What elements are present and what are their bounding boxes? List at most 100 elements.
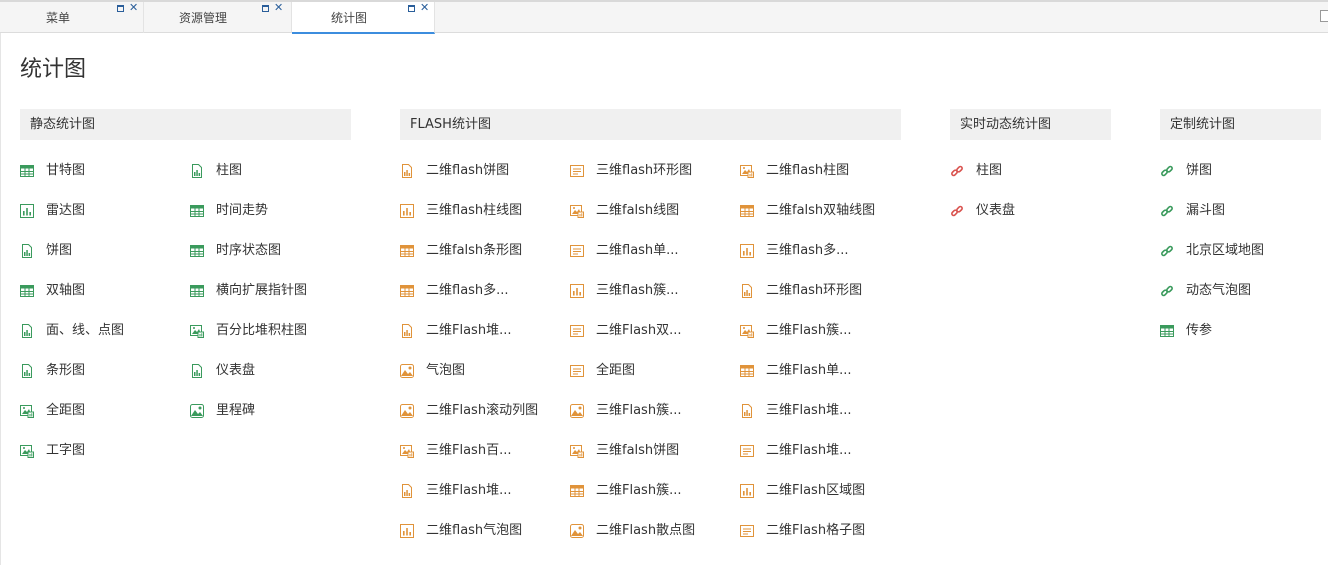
image-chart-icon <box>400 444 414 458</box>
chart-item[interactable]: 二维flash饼图 <box>400 161 570 181</box>
chart-item-label: 二维Flash单... <box>766 363 852 378</box>
chart-item[interactable]: 柱图 <box>950 161 1110 181</box>
picture-icon <box>570 524 584 538</box>
chart-item[interactable]: 漏斗图 <box>1160 201 1320 221</box>
close-icon[interactable]: ✕ <box>420 2 429 14</box>
link-icon <box>1160 164 1174 178</box>
chart-item[interactable]: 柱图 <box>190 161 360 181</box>
maximize-icon[interactable] <box>117 5 124 12</box>
document-chart-icon <box>20 324 34 338</box>
image-chart-icon <box>20 444 34 458</box>
chart-item-label: 二维falsh条形图 <box>426 243 523 258</box>
table-icon <box>190 204 204 218</box>
maximize-icon[interactable] <box>262 5 269 12</box>
chart-item-label: 双轴图 <box>46 283 86 298</box>
chart-item-label: 动态气泡图 <box>1186 283 1252 298</box>
chart-item[interactable]: 二维Flash堆... <box>740 441 910 461</box>
chart-item[interactable]: 三维falsh饼图 <box>570 441 740 461</box>
chart-item-label: 三维Flash堆... <box>426 483 512 498</box>
document-chart-icon <box>400 324 414 338</box>
chart-item[interactable]: 二维Flash单... <box>740 361 910 381</box>
chart-item[interactable]: 里程碑 <box>190 401 360 421</box>
close-icon[interactable]: ✕ <box>129 2 138 14</box>
link-icon <box>950 164 964 178</box>
chart-item-label: 三维flash簇... <box>596 283 679 298</box>
chart-item[interactable]: 饼图 <box>20 241 190 261</box>
tab-statistics-chart[interactable]: 统计图 ✕ <box>292 2 435 34</box>
tab-resource-management[interactable]: 资源管理 ✕ <box>144 2 292 33</box>
document-chart-icon <box>190 164 204 178</box>
tab-menu[interactable]: 菜单 ✕ <box>0 2 144 33</box>
chart-item[interactable]: 气泡图 <box>400 361 570 381</box>
chart-item[interactable]: 三维flash多... <box>740 241 910 261</box>
chart-item[interactable]: 甘特图 <box>20 161 190 181</box>
chart-item-label: 全距图 <box>46 403 86 418</box>
chart-item[interactable]: 二维flash多... <box>400 281 570 301</box>
chart-item[interactable]: 传参 <box>1160 321 1320 341</box>
chart-item[interactable]: 二维flash单... <box>570 241 740 261</box>
chart-item[interactable]: 雷达图 <box>20 201 190 221</box>
chart-item[interactable]: 二维falsh线图 <box>570 201 740 221</box>
document-chart-icon <box>740 284 754 298</box>
chart-item[interactable]: 工字图 <box>20 441 190 461</box>
chart-item[interactable]: 百分比堆积柱图 <box>190 321 360 341</box>
chart-item[interactable]: 三维flash簇... <box>570 281 740 301</box>
chart-item-label: 三维falsh饼图 <box>596 443 680 458</box>
chart-item[interactable]: 时序状态图 <box>190 241 360 261</box>
chart-item[interactable]: 面、线、点图 <box>20 321 190 341</box>
chart-item[interactable]: 双轴图 <box>20 281 190 301</box>
chart-item[interactable]: 二维Flash簇... <box>740 321 910 341</box>
table-icon <box>400 284 414 298</box>
chart-item[interactable]: 全距图 <box>20 401 190 421</box>
bar-chart-icon <box>400 524 414 538</box>
chart-item[interactable]: 二维flash环形图 <box>740 281 910 301</box>
chart-item[interactable]: 三维Flash堆... <box>400 481 570 501</box>
chart-item[interactable]: 二维flash气泡图 <box>400 521 570 541</box>
table-icon <box>20 284 34 298</box>
chart-item[interactable]: 饼图 <box>1160 161 1320 181</box>
panel-toggle-icon[interactable] <box>1320 10 1328 22</box>
close-icon[interactable]: ✕ <box>274 2 283 14</box>
chart-item[interactable]: 二维Flash双... <box>570 321 740 341</box>
chart-item[interactable]: 二维falsh双轴线图 <box>740 201 910 221</box>
chart-item[interactable]: 二维Flash区域图 <box>740 481 910 501</box>
chart-item-label: 二维Flash双... <box>596 323 682 338</box>
chart-item[interactable]: 三维Flash百... <box>400 441 570 461</box>
chart-item-label: 时间走势 <box>216 203 269 218</box>
chart-item-label: 二维flash多... <box>426 283 509 298</box>
chart-item[interactable]: 二维Flash簇... <box>570 481 740 501</box>
link-icon <box>1160 244 1174 258</box>
chart-item[interactable]: 横向扩展指针图 <box>190 281 360 301</box>
chart-item[interactable]: 仪表盘 <box>190 361 360 381</box>
group-header-flash-chart: FLASH统计图 <box>400 109 901 140</box>
chart-item[interactable]: 二维Flash散点图 <box>570 521 740 541</box>
chart-item[interactable]: 三维flash环形图 <box>570 161 740 181</box>
chart-item[interactable]: 二维Flash格子图 <box>740 521 910 541</box>
chart-item[interactable]: 二维Flash滚动列图 <box>400 401 570 421</box>
chart-item-label: 饼图 <box>46 243 73 258</box>
chart-item-label: 柱图 <box>976 163 1003 178</box>
chart-item[interactable]: 北京区域地图 <box>1160 241 1320 261</box>
chart-item[interactable]: 二维falsh条形图 <box>400 241 570 261</box>
chart-item[interactable]: 条形图 <box>20 361 190 381</box>
chart-item[interactable]: 三维Flash堆... <box>740 401 910 421</box>
chart-item[interactable]: 二维Flash堆... <box>400 321 570 341</box>
group-header-custom-chart: 定制统计图 <box>1160 109 1321 140</box>
link-icon <box>1160 284 1174 298</box>
chart-item[interactable]: 三维flash柱线图 <box>400 201 570 221</box>
document-chart-icon <box>400 164 414 178</box>
picture-icon <box>400 364 414 378</box>
chart-item[interactable]: 时间走势 <box>190 201 360 221</box>
chart-item[interactable]: 三维Flash簇... <box>570 401 740 421</box>
chart-item-label: 三维Flash堆... <box>766 403 852 418</box>
maximize-icon[interactable] <box>408 5 415 12</box>
picture-icon <box>400 404 414 418</box>
chart-item-label: 面、线、点图 <box>46 323 125 338</box>
chart-item[interactable]: 动态气泡图 <box>1160 281 1320 301</box>
text-lines-icon <box>740 444 754 458</box>
chart-item[interactable]: 全距图 <box>570 361 740 381</box>
picture-icon <box>570 404 584 418</box>
chart-item[interactable]: 二维flash柱图 <box>740 161 910 181</box>
chart-item[interactable]: 仪表盘 <box>950 201 1110 221</box>
chart-item-label: 柱图 <box>216 163 243 178</box>
